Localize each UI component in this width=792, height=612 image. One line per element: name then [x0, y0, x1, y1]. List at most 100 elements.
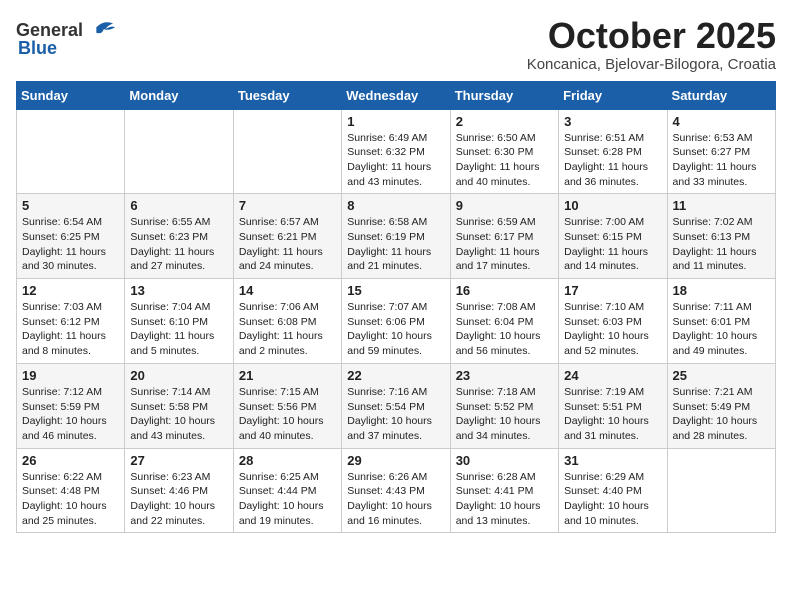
calendar-cell: 18Sunrise: 7:11 AMSunset: 6:01 PMDayligh…: [667, 279, 775, 364]
calendar-cell: [667, 448, 775, 533]
day-number: 20: [130, 368, 227, 383]
cell-info: Sunset: 6:03 PM: [564, 315, 661, 330]
calendar-cell: 9Sunrise: 6:59 AMSunset: 6:17 PMDaylight…: [450, 194, 558, 279]
calendar-cell: 4Sunrise: 6:53 AMSunset: 6:27 PMDaylight…: [667, 109, 775, 194]
cell-info: Sunset: 4:48 PM: [22, 484, 119, 499]
cell-info: and 24 minutes.: [239, 259, 336, 274]
cell-info: Sunset: 5:58 PM: [130, 400, 227, 415]
cell-info: Sunrise: 6:29 AM: [564, 470, 661, 485]
cell-info: Sunrise: 6:26 AM: [347, 470, 444, 485]
cell-info: Sunset: 5:54 PM: [347, 400, 444, 415]
calendar-cell: 8Sunrise: 6:58 AMSunset: 6:19 PMDaylight…: [342, 194, 450, 279]
day-number: 25: [673, 368, 770, 383]
location: Koncanica, Bjelovar-Bilogora, Croatia: [527, 56, 776, 73]
cell-info: Sunset: 6:04 PM: [456, 315, 553, 330]
day-number: 14: [239, 283, 336, 298]
cell-info: Sunrise: 6:50 AM: [456, 131, 553, 146]
cell-info: and 8 minutes.: [22, 344, 119, 359]
cell-info: Sunrise: 7:10 AM: [564, 300, 661, 315]
cell-info: Sunrise: 7:14 AM: [130, 385, 227, 400]
calendar-cell: 11Sunrise: 7:02 AMSunset: 6:13 PMDayligh…: [667, 194, 775, 279]
cell-info: and 5 minutes.: [130, 344, 227, 359]
day-number: 7: [239, 198, 336, 213]
day-number: 29: [347, 453, 444, 468]
cell-info: Sunrise: 6:49 AM: [347, 131, 444, 146]
cell-info: Sunset: 4:43 PM: [347, 484, 444, 499]
cell-info: Sunset: 6:06 PM: [347, 315, 444, 330]
cell-info: and 33 minutes.: [673, 175, 770, 190]
cell-info: Sunrise: 7:02 AM: [673, 215, 770, 230]
cell-info: Daylight: 11 hours: [673, 245, 770, 260]
day-number: 1: [347, 114, 444, 129]
cell-info: Sunrise: 7:15 AM: [239, 385, 336, 400]
calendar-cell: 7 Sunrise: 6:57 AMSunset: 6:21 PMDaylight…: [233, 194, 341, 279]
cell-info: Sunset: 6:17 PM: [456, 230, 553, 245]
logo-bird-icon: [87, 16, 115, 44]
cell-info: Daylight: 10 hours: [22, 414, 119, 429]
cell-info: Sunrise: 7:11 AM: [673, 300, 770, 315]
cell-info: and 49 minutes.: [673, 344, 770, 359]
cell-info: Sunset: 6:15 PM: [564, 230, 661, 245]
calendar-header-row: SundayMondayTuesdayWednesdayThursdayFrid…: [17, 81, 776, 109]
cell-info: and 31 minutes.: [564, 429, 661, 444]
cell-info: Daylight: 11 hours: [347, 245, 444, 260]
cell-info: Daylight: 10 hours: [456, 499, 553, 514]
day-number: 23: [456, 368, 553, 383]
cell-info: Daylight: 11 hours: [564, 160, 661, 175]
cell-info: and 37 minutes.: [347, 429, 444, 444]
day-number: 26: [22, 453, 119, 468]
cell-info: Daylight: 11 hours: [347, 160, 444, 175]
cell-info: Sunrise: 6:57 AM: [239, 215, 336, 230]
calendar-cell: 14Sunrise: 7:06 AMSunset: 6:08 PMDayligh…: [233, 279, 341, 364]
cell-info: Sunset: 6:32 PM: [347, 145, 444, 160]
cell-info: and 28 minutes.: [673, 429, 770, 444]
cell-info: Daylight: 11 hours: [239, 245, 336, 260]
calendar-cell: 5Sunrise: 6:54 AMSunset: 6:25 PMDaylight…: [17, 194, 125, 279]
col-header-tuesday: Tuesday: [233, 81, 341, 109]
cell-info: Sunset: 6:28 PM: [564, 145, 661, 160]
cell-info: Sunrise: 6:58 AM: [347, 215, 444, 230]
cell-info: Sunrise: 6:51 AM: [564, 131, 661, 146]
day-number: 28: [239, 453, 336, 468]
cell-info: Daylight: 11 hours: [673, 160, 770, 175]
day-number: 4: [673, 114, 770, 129]
cell-info: Daylight: 10 hours: [22, 499, 119, 514]
calendar-cell: 20Sunrise: 7:14 AMSunset: 5:58 PMDayligh…: [125, 363, 233, 448]
title-block: October 2025 Koncanica, Bjelovar-Bilogor…: [527, 16, 776, 73]
day-number: 17: [564, 283, 661, 298]
cell-info: and 27 minutes.: [130, 259, 227, 274]
calendar-cell: 12Sunrise: 7:03 AMSunset: 6:12 PMDayligh…: [17, 279, 125, 364]
cell-info: and 34 minutes.: [456, 429, 553, 444]
cell-info: and 10 minutes.: [564, 514, 661, 529]
cell-info: and 30 minutes.: [22, 259, 119, 274]
cell-info: Daylight: 10 hours: [347, 414, 444, 429]
cell-info: Sunset: 5:51 PM: [564, 400, 661, 415]
cell-info: Daylight: 10 hours: [456, 414, 553, 429]
cell-info: Sunset: 6:30 PM: [456, 145, 553, 160]
cell-info: Sunrise: 6:28 AM: [456, 470, 553, 485]
cell-info: Daylight: 11 hours: [130, 245, 227, 260]
logo: General Blue: [16, 16, 115, 59]
cell-info: Daylight: 10 hours: [564, 499, 661, 514]
calendar-cell: 13Sunrise: 7:04 AMSunset: 6:10 PMDayligh…: [125, 279, 233, 364]
calendar-cell: 31Sunrise: 6:29 AMSunset: 4:40 PMDayligh…: [559, 448, 667, 533]
col-header-thursday: Thursday: [450, 81, 558, 109]
cell-info: Sunset: 4:40 PM: [564, 484, 661, 499]
calendar-cell: [125, 109, 233, 194]
page-header: General Blue October 2025 Koncanica, Bje…: [16, 16, 776, 73]
cell-info: Sunrise: 6:23 AM: [130, 470, 227, 485]
calendar-cell: 3Sunrise: 6:51 AMSunset: 6:28 PMDaylight…: [559, 109, 667, 194]
col-header-sunday: Sunday: [17, 81, 125, 109]
cell-info: Sunset: 6:01 PM: [673, 315, 770, 330]
cell-info: Sunset: 6:21 PM: [239, 230, 336, 245]
cell-info: Sunset: 6:10 PM: [130, 315, 227, 330]
day-number: 18: [673, 283, 770, 298]
day-number: 19: [22, 368, 119, 383]
cell-info: Sunrise: 7:12 AM: [22, 385, 119, 400]
day-number: 6: [130, 198, 227, 213]
day-number: 15: [347, 283, 444, 298]
col-header-monday: Monday: [125, 81, 233, 109]
cell-info: and 43 minutes.: [347, 175, 444, 190]
cell-info: Sunrise: 7:08 AM: [456, 300, 553, 315]
day-number: 13: [130, 283, 227, 298]
